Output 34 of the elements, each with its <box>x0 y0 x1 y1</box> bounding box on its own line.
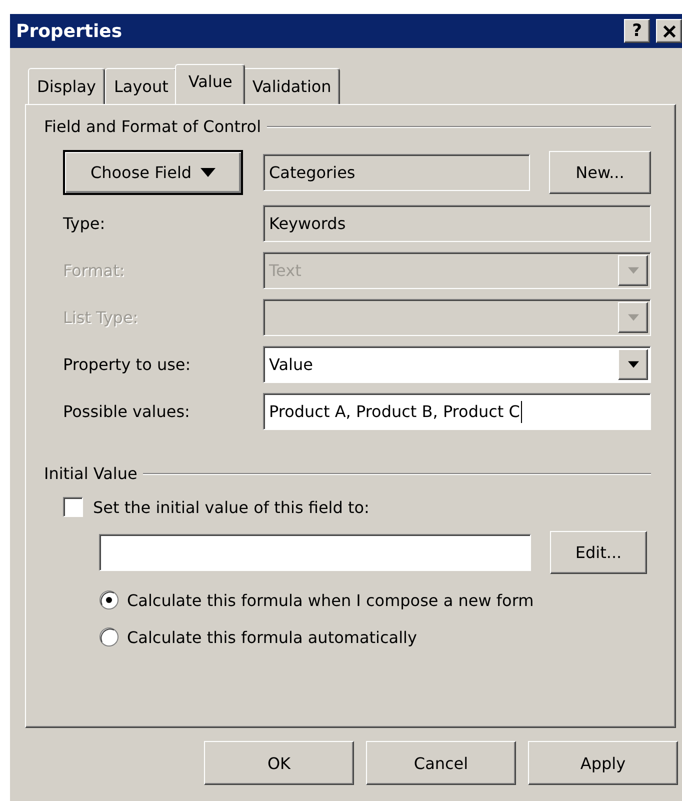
group-title: Initial Value <box>44 464 138 483</box>
close-button[interactable] <box>656 19 682 43</box>
checkbox-label[interactable]: Set the initial value of this field to: <box>93 498 370 516</box>
radio-button[interactable] <box>99 627 119 647</box>
caret-icon <box>200 168 216 177</box>
field-label: Property to use: <box>63 355 192 374</box>
dialog-button[interactable]: OK <box>204 741 354 785</box>
tab[interactable]: Validation <box>243 68 340 104</box>
field-label: Type: <box>63 214 106 233</box>
edit-button[interactable]: Edit... <box>550 531 647 574</box>
dropdown-arrow-icon <box>628 314 638 321</box>
new-button[interactable]: New... <box>549 151 651 194</box>
radio-label[interactable]: Calculate this formula when I compose a new form <box>127 590 534 610</box>
dropdown-arrow-icon <box>628 361 638 368</box>
input-field[interactable]: Product A, Product B, Product C <box>263 393 651 430</box>
tab[interactable]: Layout <box>104 68 178 104</box>
field-name-field: Categories <box>263 154 530 191</box>
dialog-button[interactable]: Cancel <box>366 741 516 785</box>
radio-button[interactable] <box>99 590 119 610</box>
dialog-button[interactable]: Apply <box>528 741 678 785</box>
readonly-field: Keywords <box>263 205 651 242</box>
radio-label[interactable]: Calculate this formula automatically <box>127 628 417 646</box>
dropdown-arrow-icon <box>628 267 638 274</box>
window-title: Properties <box>16 20 124 42</box>
checkbox[interactable] <box>63 497 83 517</box>
close-icon <box>662 24 676 38</box>
field-label: Possible values: <box>63 402 191 421</box>
help-button[interactable]: ? <box>624 19 650 43</box>
choose-field-button[interactable]: Choose Field <box>63 150 243 195</box>
tab[interactable]: Value <box>175 64 246 104</box>
tab[interactable]: Display <box>28 68 105 104</box>
input-field[interactable] <box>99 534 531 571</box>
group-title: Field and Format of Control <box>44 117 262 136</box>
dropdown-field[interactable]: Value <box>263 346 651 383</box>
